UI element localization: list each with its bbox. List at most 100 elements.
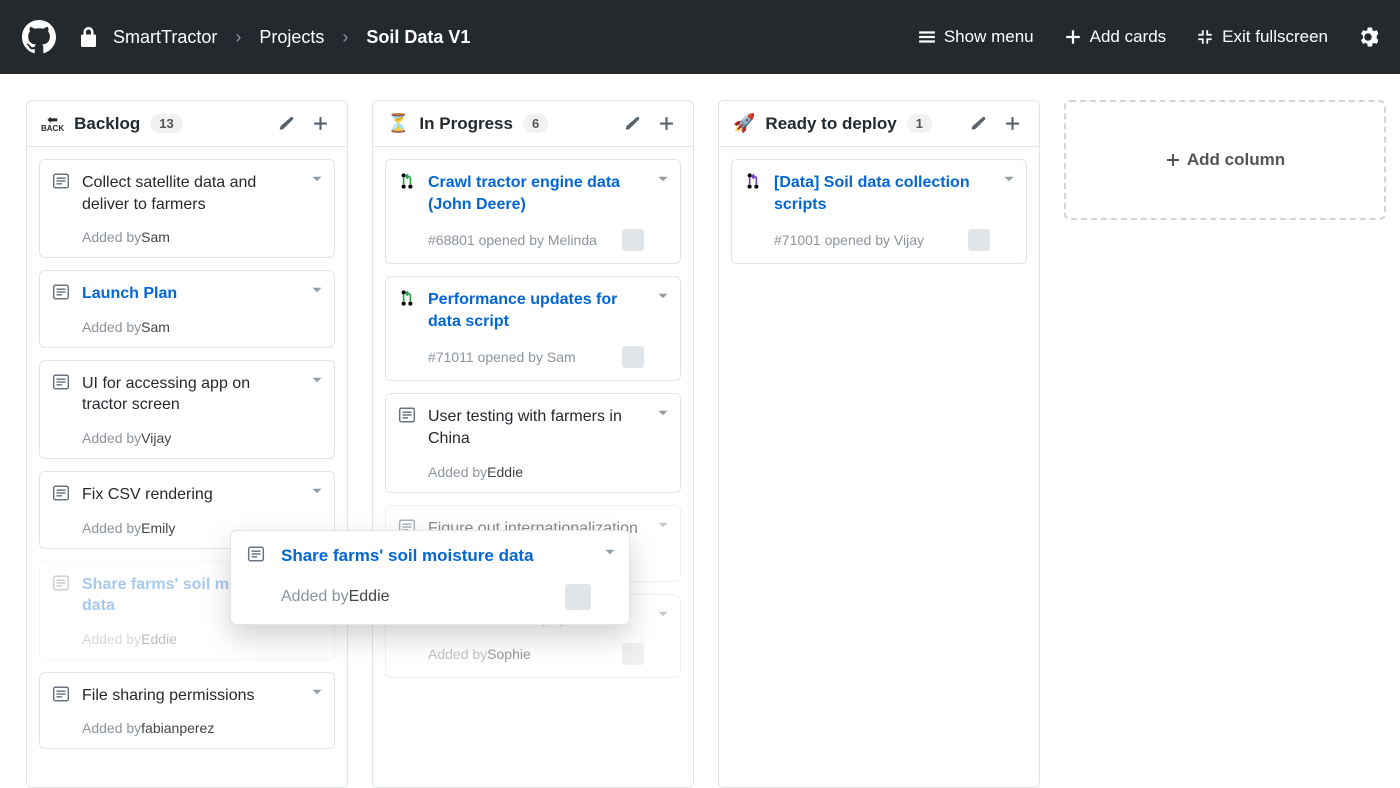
- chevron-right-icon: ›: [235, 27, 241, 48]
- plus-icon: [1064, 28, 1082, 46]
- card-menu-button[interactable]: [654, 170, 672, 193]
- card-title: User testing with farmers in China: [428, 406, 644, 449]
- card-menu-button[interactable]: [308, 482, 326, 505]
- card[interactable]: User testing with farmers in China Added…: [385, 393, 681, 492]
- avatar: [622, 229, 644, 251]
- exit-fullscreen-icon: [1196, 28, 1214, 46]
- note-icon: [52, 373, 70, 396]
- breadcrumb-repo[interactable]: SmartTractor: [113, 27, 217, 48]
- dragging-card[interactable]: Share farms' soil moisture data Added by…: [230, 530, 630, 625]
- card-meta-prefix: Added by: [82, 319, 141, 335]
- card-meta-name: Eddie: [349, 588, 390, 606]
- card[interactable]: Performance updates for data script #710…: [385, 276, 681, 381]
- note-icon: [52, 685, 70, 708]
- note-icon: [52, 574, 70, 597]
- card-meta-name: Vijay: [141, 430, 171, 446]
- card-meta: Added by fabianperez: [82, 720, 298, 736]
- edit-column-button[interactable]: [273, 113, 298, 134]
- note-icon: [398, 406, 416, 429]
- card-meta-prefix: Added by: [428, 464, 487, 480]
- card-list: [Data] Soil data collection scripts #710…: [719, 147, 1039, 276]
- card-meta: #71001 opened by Vijay: [774, 229, 990, 251]
- column-title: In Progress: [419, 114, 513, 134]
- card-meta-prefix: Added by: [82, 430, 141, 446]
- card[interactable]: Crawl tractor engine data (John Deere) #…: [385, 159, 681, 264]
- card[interactable]: [Data] Soil data collection scripts #710…: [731, 159, 1027, 264]
- pull-request-icon: [398, 172, 416, 195]
- card-meta-name: Sam: [141, 229, 170, 245]
- card-meta: Added by Eddie: [281, 584, 591, 610]
- avatar: [622, 346, 644, 368]
- add-column-button[interactable]: Add column: [1064, 100, 1386, 220]
- column-count: 1: [907, 114, 932, 133]
- chevron-right-icon: ›: [342, 27, 348, 48]
- add-card-button[interactable]: [654, 113, 679, 134]
- back-icon: ⬅BACK: [41, 115, 64, 132]
- card-title[interactable]: Crawl tractor engine data (John Deere): [428, 172, 644, 215]
- card-menu-button[interactable]: [308, 371, 326, 394]
- card-meta-prefix: Added by: [82, 229, 141, 245]
- avatar: [622, 643, 644, 665]
- card-menu-button[interactable]: [308, 170, 326, 193]
- header-left: SmartTractor › Projects › Soil Data V1: [22, 20, 918, 54]
- card-title: Collect satellite data and deliver to fa…: [82, 172, 298, 215]
- edit-column-button[interactable]: [619, 113, 644, 134]
- card-menu-button[interactable]: [654, 404, 672, 427]
- card[interactable]: Launch Plan Added by Sam: [39, 270, 335, 348]
- card-meta-prefix: Added by: [428, 646, 487, 662]
- note-icon: [52, 484, 70, 507]
- card-menu-button[interactable]: [1000, 170, 1018, 193]
- breadcrumb: SmartTractor › Projects › Soil Data V1: [113, 27, 470, 48]
- card-title[interactable]: Performance updates for data script: [428, 289, 644, 332]
- card-meta: Added by Sam: [82, 229, 298, 245]
- show-menu-button[interactable]: Show menu: [918, 27, 1034, 47]
- card-meta-prefix: Added by: [281, 588, 349, 606]
- card-meta-prefix: Added by: [82, 520, 141, 536]
- card[interactable]: Collect satellite data and deliver to fa…: [39, 159, 335, 258]
- card[interactable]: File sharing permissions Added by fabian…: [39, 672, 335, 750]
- edit-column-button[interactable]: [965, 113, 990, 134]
- card-meta-prefix: Added by: [82, 631, 141, 647]
- board-column: 🚀 Ready to deploy 1 [Data] Soil data col…: [718, 100, 1040, 788]
- card-menu-button[interactable]: [654, 287, 672, 310]
- breadcrumb-projects[interactable]: Projects: [259, 27, 324, 48]
- card-menu-button[interactable]: [308, 683, 326, 706]
- card-title[interactable]: Share farms' soil moisture data: [281, 545, 591, 568]
- app-header: SmartTractor › Projects › Soil Data V1 S…: [0, 0, 1400, 74]
- card-menu-button[interactable]: [308, 281, 326, 304]
- github-logo-icon[interactable]: [22, 20, 56, 54]
- card-title: File sharing permissions: [82, 685, 298, 707]
- card-title[interactable]: Launch Plan: [82, 283, 298, 305]
- add-card-button[interactable]: [1000, 113, 1025, 134]
- card-meta-name: Sophie: [487, 646, 531, 662]
- card-meta-text: #68801 opened by Melinda: [428, 232, 597, 248]
- board-column: ⬅BACK Backlog 13 Collect satellite data …: [26, 100, 348, 788]
- column-count: 6: [523, 114, 548, 133]
- card[interactable]: UI for accessing app on tractor screen A…: [39, 360, 335, 459]
- lock-icon: [80, 27, 97, 47]
- show-menu-label: Show menu: [944, 27, 1034, 47]
- pull-request-icon: [398, 289, 416, 312]
- exit-fullscreen-label: Exit fullscreen: [1222, 27, 1328, 47]
- card-meta: #71011 opened by Sam: [428, 346, 644, 368]
- settings-icon[interactable]: [1358, 27, 1378, 47]
- card-meta: Added by Sam: [82, 319, 298, 335]
- menu-icon: [918, 28, 936, 46]
- card-menu-button[interactable]: [601, 543, 619, 566]
- add-cards-label: Add cards: [1090, 27, 1167, 47]
- column-title: Ready to deploy: [765, 114, 896, 134]
- board-column: ⏳ In Progress 6 Crawl tractor engine dat…: [372, 100, 694, 788]
- add-card-button[interactable]: [308, 113, 333, 134]
- pull-request-icon: [744, 172, 762, 195]
- card-menu-button[interactable]: [654, 516, 672, 539]
- card-meta-text: #71011 opened by Sam: [428, 349, 576, 365]
- column-header: ⏳ In Progress 6: [373, 101, 693, 147]
- card-title: Fix CSV rendering: [82, 484, 298, 506]
- card-title[interactable]: [Data] Soil data collection scripts: [774, 172, 990, 215]
- column-title: Backlog: [74, 114, 140, 134]
- card-meta-prefix: Added by: [82, 720, 141, 736]
- exit-fullscreen-button[interactable]: Exit fullscreen: [1196, 27, 1328, 47]
- card-meta: Added by Eddie: [82, 631, 298, 647]
- add-cards-button[interactable]: Add cards: [1064, 27, 1167, 47]
- card-menu-button[interactable]: [654, 605, 672, 628]
